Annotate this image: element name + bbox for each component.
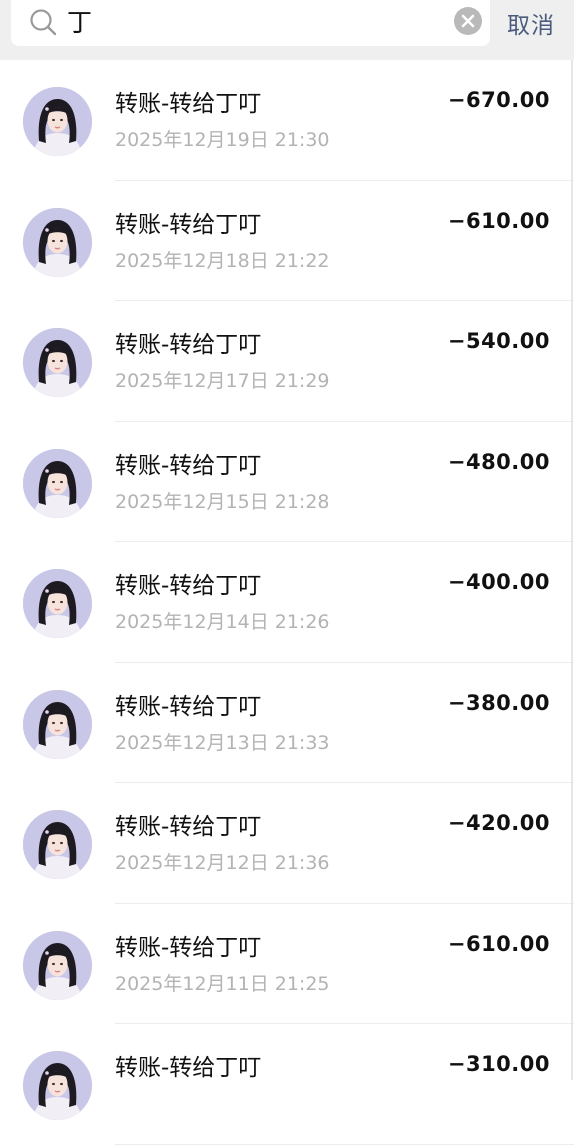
avatar	[23, 87, 92, 156]
transaction-amount: −670.00	[447, 88, 550, 112]
transaction-time: 2025年12月12日 21:36	[115, 852, 330, 874]
transaction-time: 2025年12月19日 21:30	[115, 129, 330, 151]
avatar	[23, 1051, 92, 1120]
transaction-time: 2025年12月18日 21:22	[115, 249, 330, 272]
search-input[interactable]	[67, 6, 427, 36]
transaction-row[interactable]: 转账-转给丁叮 2025年12月19日 21:30 −670.00	[0, 60, 574, 181]
transaction-list: 转账-转给丁叮 2025年12月19日 21:30 −670.00 转账-转给丁…	[0, 60, 574, 1145]
transaction-amount: −310.00	[447, 1052, 550, 1076]
transaction-row[interactable]: 转账-转给丁叮 2025年12月17日 21:29 −540.00	[0, 301, 574, 422]
scrollbar[interactable]	[571, 60, 573, 1080]
transaction-title: 转账-转给丁叮	[115, 1055, 262, 1081]
transaction-amount: −420.00	[447, 811, 550, 835]
avatar	[23, 207, 92, 277]
transaction-row[interactable]: 转账-转给丁叮 2025年12月11日 21:25 −610.00	[0, 904, 574, 1024]
avatar	[23, 569, 92, 638]
avatar	[23, 689, 92, 759]
transaction-title: 转账-转给丁叮	[115, 91, 262, 117]
avatar	[23, 930, 92, 1000]
transaction-time: 2025年12月17日 21:29	[115, 370, 330, 392]
transaction-amount: −480.00	[447, 449, 550, 474]
cancel-button[interactable]: 取消	[507, 6, 555, 40]
clear-button[interactable]	[454, 7, 482, 35]
transaction-title: 转账-转给丁叮	[115, 693, 262, 720]
transaction-time: 2025年12月15日 21:28	[115, 490, 330, 513]
clear-icon	[461, 14, 475, 28]
transaction-title: 转账-转给丁叮	[115, 814, 262, 840]
transaction-time: 2025年12月13日 21:33	[115, 731, 330, 754]
search-icon	[30, 9, 57, 36]
transaction-time: 2025年12月14日 21:26	[115, 611, 330, 633]
transaction-amount: −540.00	[447, 329, 550, 353]
search-bar: 取消	[0, 0, 574, 60]
row-divider	[115, 1143, 574, 1145]
transaction-row[interactable]: 转账-转给丁叮 −310.00	[0, 1024, 574, 1145]
transaction-time: 2025年12月11日 21:25	[115, 972, 330, 995]
avatar	[23, 448, 92, 518]
transaction-row[interactable]: 转账-转给丁叮 2025年12月15日 21:28 −480.00	[0, 422, 574, 542]
transaction-row[interactable]: 转账-转给丁叮 2025年12月12日 21:36 −420.00	[0, 783, 574, 904]
transaction-amount: −610.00	[447, 208, 550, 233]
transaction-title: 转账-转给丁叮	[115, 573, 262, 599]
transaction-row[interactable]: 转账-转给丁叮 2025年12月18日 21:22 −610.00	[0, 181, 574, 301]
transaction-row[interactable]: 转账-转给丁叮 2025年12月14日 21:26 −400.00	[0, 542, 574, 663]
transaction-title: 转账-转给丁叮	[115, 332, 262, 358]
transaction-title: 转账-转给丁叮	[115, 211, 262, 238]
transaction-title: 转账-转给丁叮	[115, 452, 262, 479]
transaction-amount: −380.00	[447, 690, 550, 715]
transaction-title: 转账-转给丁叮	[115, 934, 262, 961]
transaction-amount: −400.00	[447, 570, 550, 594]
search-box[interactable]	[11, 0, 490, 46]
avatar	[23, 810, 92, 879]
transaction-row[interactable]: 转账-转给丁叮 2025年12月13日 21:33 −380.00	[0, 663, 574, 783]
transaction-amount: −610.00	[447, 931, 550, 956]
avatar	[23, 328, 92, 397]
